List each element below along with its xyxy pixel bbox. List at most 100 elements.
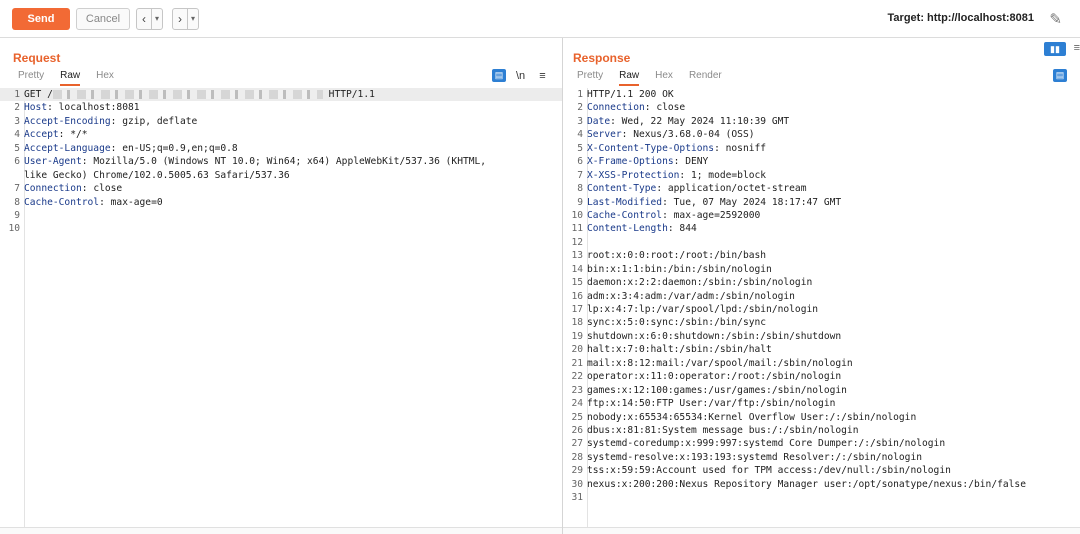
forward-arrow-icon[interactable]: › bbox=[173, 9, 187, 29]
code-line: 23 games:x:12:100:games:/usr/games:/sbin/… bbox=[563, 384, 1080, 397]
line-number: 23 bbox=[571, 384, 583, 396]
line-text: X-Frame-Options: DENY bbox=[585, 155, 708, 168]
tab-pretty[interactable]: Pretty bbox=[18, 70, 44, 86]
response-editor[interactable]: 1 HTTP/1.1 200 OK 2 Connection: close 3 Date:… bbox=[563, 88, 1080, 528]
line-number: 24 bbox=[571, 398, 583, 410]
code-line: 21 mail:x:8:12:mail:/var/spool/mail:/sbin… bbox=[563, 357, 1080, 370]
line-text: User-Agent: Mozilla/5.0 (Windows NT 10.0… bbox=[22, 155, 486, 168]
target-label: Target: http://localhost:8081 bbox=[887, 12, 1034, 24]
message-actions-icon[interactable]: ▤ bbox=[492, 69, 506, 82]
header-value: GET / bbox=[24, 89, 53, 100]
header-value: : gzip, deflate bbox=[110, 115, 198, 127]
line-number: 9 bbox=[14, 209, 20, 221]
header-name: Server bbox=[587, 129, 622, 141]
pencil-icon[interactable]: ✎ bbox=[1049, 10, 1062, 28]
request-protocol: HTTP/1.1 bbox=[322, 89, 375, 100]
cancel-button[interactable]: Cancel bbox=[76, 8, 130, 30]
response-pane: ▮▮ ≡ Response Pretty Raw Hex Render ▤ 1H… bbox=[563, 38, 1080, 534]
header-name: Date bbox=[587, 115, 611, 127]
line-text: Last-Modified: Tue, 07 May 2024 18:17:47… bbox=[585, 196, 841, 209]
code-line: 1 HTTP/1.1 200 OK bbox=[563, 88, 1080, 101]
line-text: systemd-resolve:x:193:193:systemd Resolv… bbox=[585, 451, 922, 464]
code-line: 2 Connection: close bbox=[563, 101, 1080, 114]
forward-nav-group: › ▾ bbox=[172, 8, 200, 30]
line-number: 8 bbox=[14, 196, 20, 208]
tab-raw[interactable]: Raw bbox=[60, 70, 81, 86]
header-value: daemon:x:2:2:daemon:/sbin:/sbin/nologin bbox=[587, 277, 813, 289]
header-value: : nosniff bbox=[714, 142, 767, 154]
header-value: shutdown:x:6:0:shutdown:/sbin:/sbin/shut… bbox=[587, 330, 842, 342]
tab-hex[interactable]: Hex bbox=[96, 70, 114, 86]
line-number: 4 bbox=[577, 129, 583, 141]
menu-icon[interactable]: ≡ bbox=[539, 70, 545, 82]
header-name: Cache-Control bbox=[587, 209, 663, 221]
line-text: bin:x:1:1:bin:/bin:/sbin/nologin bbox=[585, 263, 772, 276]
code-line: 15 daemon:x:2:2:daemon:/sbin:/sbin/nologi… bbox=[563, 276, 1080, 289]
line-text: adm:x:3:4:adm:/var/adm:/sbin/nologin bbox=[585, 290, 795, 303]
tab-hex[interactable]: Hex bbox=[655, 70, 673, 86]
message-actions-icon[interactable]: ▤ bbox=[1053, 69, 1067, 82]
layout-icon[interactable]: ≡ bbox=[1074, 42, 1080, 54]
code-line: 28 systemd-resolve:x:193:193:systemd Reso… bbox=[563, 451, 1080, 464]
line-number: 2 bbox=[14, 102, 20, 114]
line-number: 3 bbox=[577, 115, 583, 127]
header-value: : localhost:8081 bbox=[47, 102, 140, 114]
header-value: root:x:0:0:root:/root:/bin/bash bbox=[587, 250, 767, 262]
line-text bbox=[22, 209, 24, 222]
line-text: Cache-Control: max-age=0 bbox=[22, 196, 163, 209]
line-number: 13 bbox=[571, 250, 583, 262]
header-value: : application/octet-stream bbox=[656, 183, 807, 195]
line-text: daemon:x:2:2:daemon:/sbin:/sbin/nologin bbox=[585, 276, 812, 289]
header-name: Host bbox=[24, 102, 48, 114]
line-number: 14 bbox=[571, 263, 583, 275]
line-number: 29 bbox=[571, 465, 583, 477]
header-value: bin:x:1:1:bin:/bin:/sbin/nologin bbox=[587, 263, 772, 275]
header-value: : max-age=0 bbox=[99, 196, 163, 208]
line-number: 7 bbox=[577, 169, 583, 181]
forward-dropdown-icon[interactable]: ▾ bbox=[187, 9, 198, 29]
header-value: operator:x:11:0:operator:/root:/sbin/nol… bbox=[587, 371, 842, 383]
code-line: 4 Server: Nexus/3.68.0-04 (OSS) bbox=[563, 128, 1080, 141]
line-text: mail:x:8:12:mail:/var/spool/mail:/sbin/n… bbox=[585, 357, 853, 370]
line-text: Connection: close bbox=[585, 101, 685, 114]
header-value: : close bbox=[644, 102, 686, 114]
header-value: : Tue, 07 May 2024 18:17:47 GMT bbox=[662, 196, 842, 208]
line-number: 5 bbox=[14, 142, 20, 154]
split-view-icon[interactable]: ▮▮ bbox=[1044, 42, 1066, 56]
back-dropdown-icon[interactable]: ▾ bbox=[151, 9, 162, 29]
code-line: 17 lp:x:4:7:lp:/var/spool/lpd:/sbin/nolog… bbox=[563, 303, 1080, 316]
code-line: 27 systemd-coredump:x:999:997:systemd Cor… bbox=[563, 437, 1080, 450]
back-arrow-icon[interactable]: ‹ bbox=[137, 9, 151, 29]
request-tabs: Pretty Raw Hex bbox=[10, 70, 122, 86]
line-number: 1 bbox=[577, 89, 583, 100]
tab-pretty[interactable]: Pretty bbox=[577, 70, 603, 86]
line-number: 27 bbox=[571, 438, 583, 450]
line-text: tss:x:59:59:Account used for TPM access:… bbox=[585, 464, 951, 477]
line-text bbox=[585, 491, 587, 504]
line-number: 1 bbox=[14, 89, 20, 100]
header-value: sync:x:5:0:sync:/sbin:/bin/sync bbox=[587, 317, 767, 329]
header-value: adm:x:3:4:adm:/var/adm:/sbin/nologin bbox=[587, 290, 795, 302]
send-button[interactable]: Send bbox=[12, 8, 70, 30]
line-number: 5 bbox=[577, 142, 583, 154]
header-value: : Nexus/3.68.0-04 (OSS) bbox=[621, 129, 755, 141]
code-line: 8 Cache-Control: max-age=0 bbox=[0, 196, 562, 209]
newline-toggle[interactable]: \n bbox=[516, 70, 525, 82]
line-number: 6 bbox=[577, 156, 583, 168]
header-value: lp:x:4:7:lp:/var/spool/lpd:/sbin/nologin bbox=[587, 304, 819, 315]
line-text: Host: localhost:8081 bbox=[22, 101, 140, 114]
header-name: X-XSS-Protection bbox=[587, 169, 680, 181]
line-text: dbus:x:81:81:System message bus:/:/sbin/… bbox=[585, 424, 858, 437]
code-line: 16 adm:x:3:4:adm:/var/adm:/sbin/nologin bbox=[563, 290, 1080, 303]
header-value: ftp:x:14:50:FTP User:/var/ftp:/sbin/nolo… bbox=[587, 398, 836, 410]
header-value: : 844 bbox=[667, 223, 697, 235]
header-name: User-Agent bbox=[24, 156, 82, 168]
header-name: Accept-Language bbox=[24, 142, 111, 154]
line-text: Accept: */* bbox=[22, 128, 88, 141]
tab-raw[interactable]: Raw bbox=[619, 70, 640, 86]
request-editor[interactable]: 1 GET / HTTP/1.1 2 Host: localhost:8081 3 Acc… bbox=[0, 88, 562, 528]
line-number: 15 bbox=[571, 277, 583, 289]
code-line: 20 halt:x:7:0:halt:/sbin:/sbin/halt bbox=[563, 343, 1080, 356]
tab-render[interactable]: Render bbox=[689, 70, 722, 86]
header-name: X-Frame-Options bbox=[587, 156, 674, 168]
